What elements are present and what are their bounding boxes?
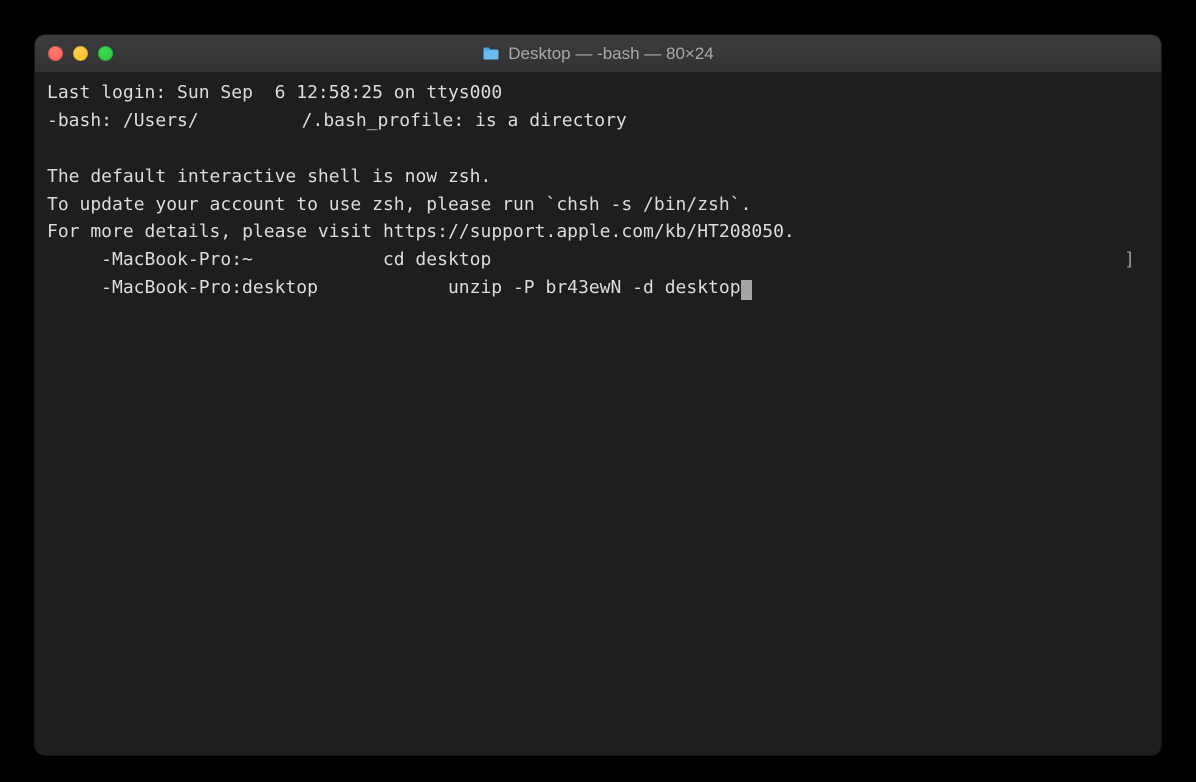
terminal-content[interactable]: Last login: Sun Sep 6 12:58:25 on ttys00… [35, 73, 1161, 755]
titlebar[interactable]: Desktop — -bash — 80×24 [35, 35, 1161, 73]
command-text: cd desktop [383, 249, 491, 270]
output-line: For more details, please visit https://s… [47, 218, 1149, 246]
window-title-wrap: Desktop — -bash — 80×24 [482, 44, 714, 64]
bracket-char: ] [1124, 246, 1135, 274]
prompt-line: -MacBook-Pro:~ cd desktop] [47, 246, 1149, 274]
blank-line [47, 135, 1149, 163]
window-controls [35, 46, 113, 61]
terminal-window: Desktop — -bash — 80×24 Last login: Sun … [35, 35, 1161, 755]
text-segment: -bash: /Users/ [47, 110, 199, 131]
minimize-button[interactable] [73, 46, 88, 61]
folder-icon [482, 46, 500, 61]
cursor [741, 280, 752, 301]
prompt-line: -MacBook-Pro:desktop unzip -P br43ewN -d … [47, 274, 1149, 302]
command-text: unzip -P br43ewN -d desktop [448, 277, 741, 298]
output-line: -bash: /Users/ /.bash_profile: is a direc… [47, 107, 1149, 135]
output-line: To update your account to use zsh, pleas… [47, 191, 1149, 219]
prompt-text: -MacBook-Pro:~ [101, 249, 253, 270]
output-line: Last login: Sun Sep 6 12:58:25 on ttys00… [47, 79, 1149, 107]
prompt-text: -MacBook-Pro:desktop [101, 277, 318, 298]
window-title: Desktop — -bash — 80×24 [508, 44, 714, 64]
zoom-button[interactable] [98, 46, 113, 61]
close-button[interactable] [48, 46, 63, 61]
text-segment: /.bash_profile: is a directory [302, 110, 627, 131]
output-line: The default interactive shell is now zsh… [47, 163, 1149, 191]
